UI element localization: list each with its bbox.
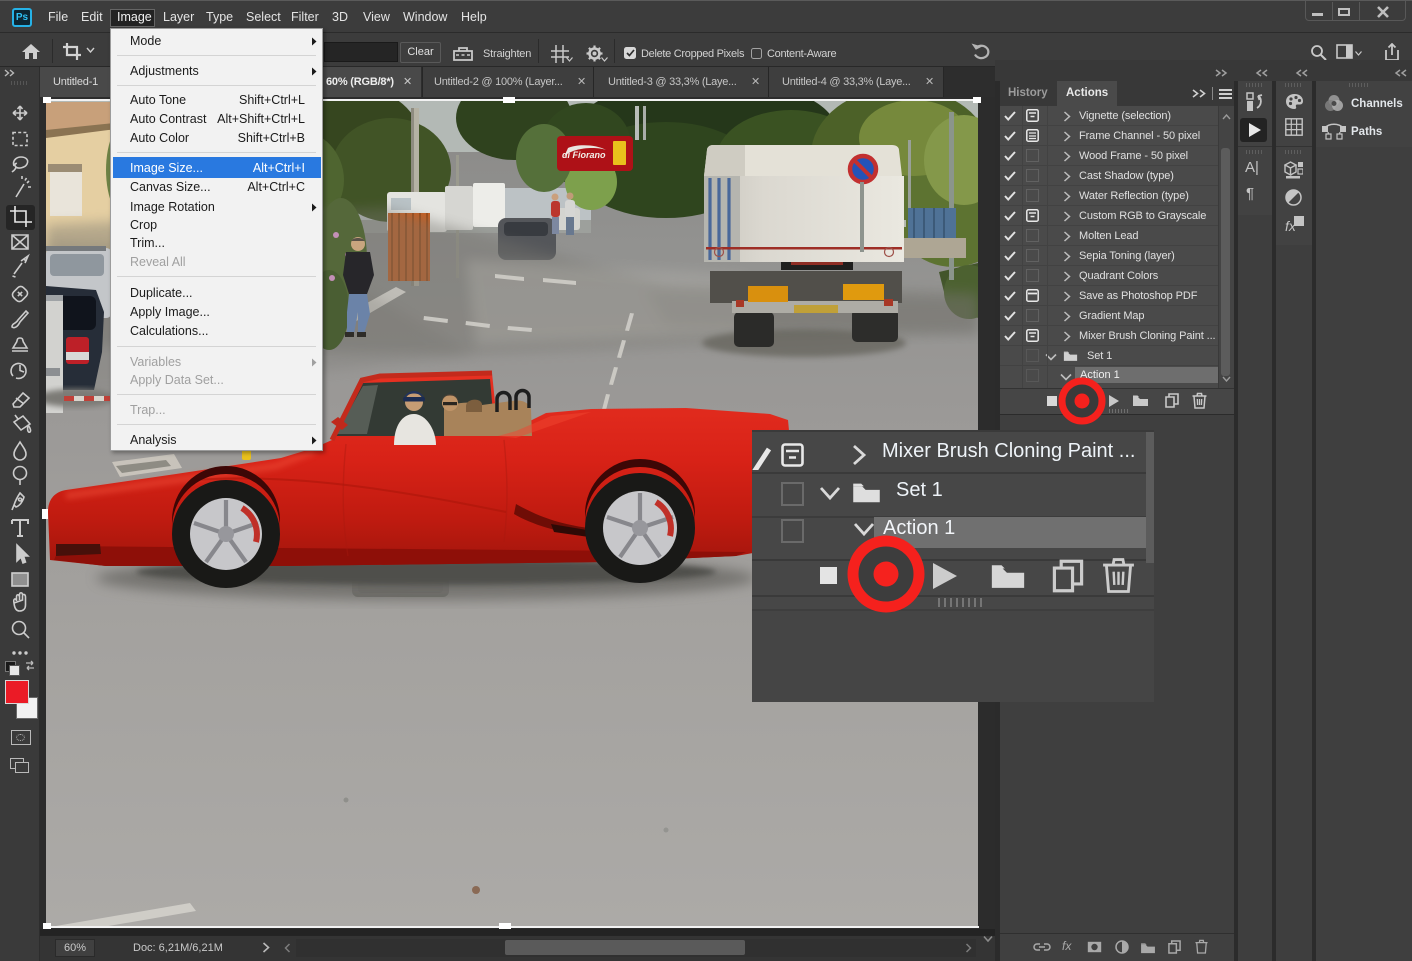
svg-text:di Fiorano: di Fiorano — [562, 150, 606, 160]
svg-text:fx: fx — [1285, 218, 1297, 234]
